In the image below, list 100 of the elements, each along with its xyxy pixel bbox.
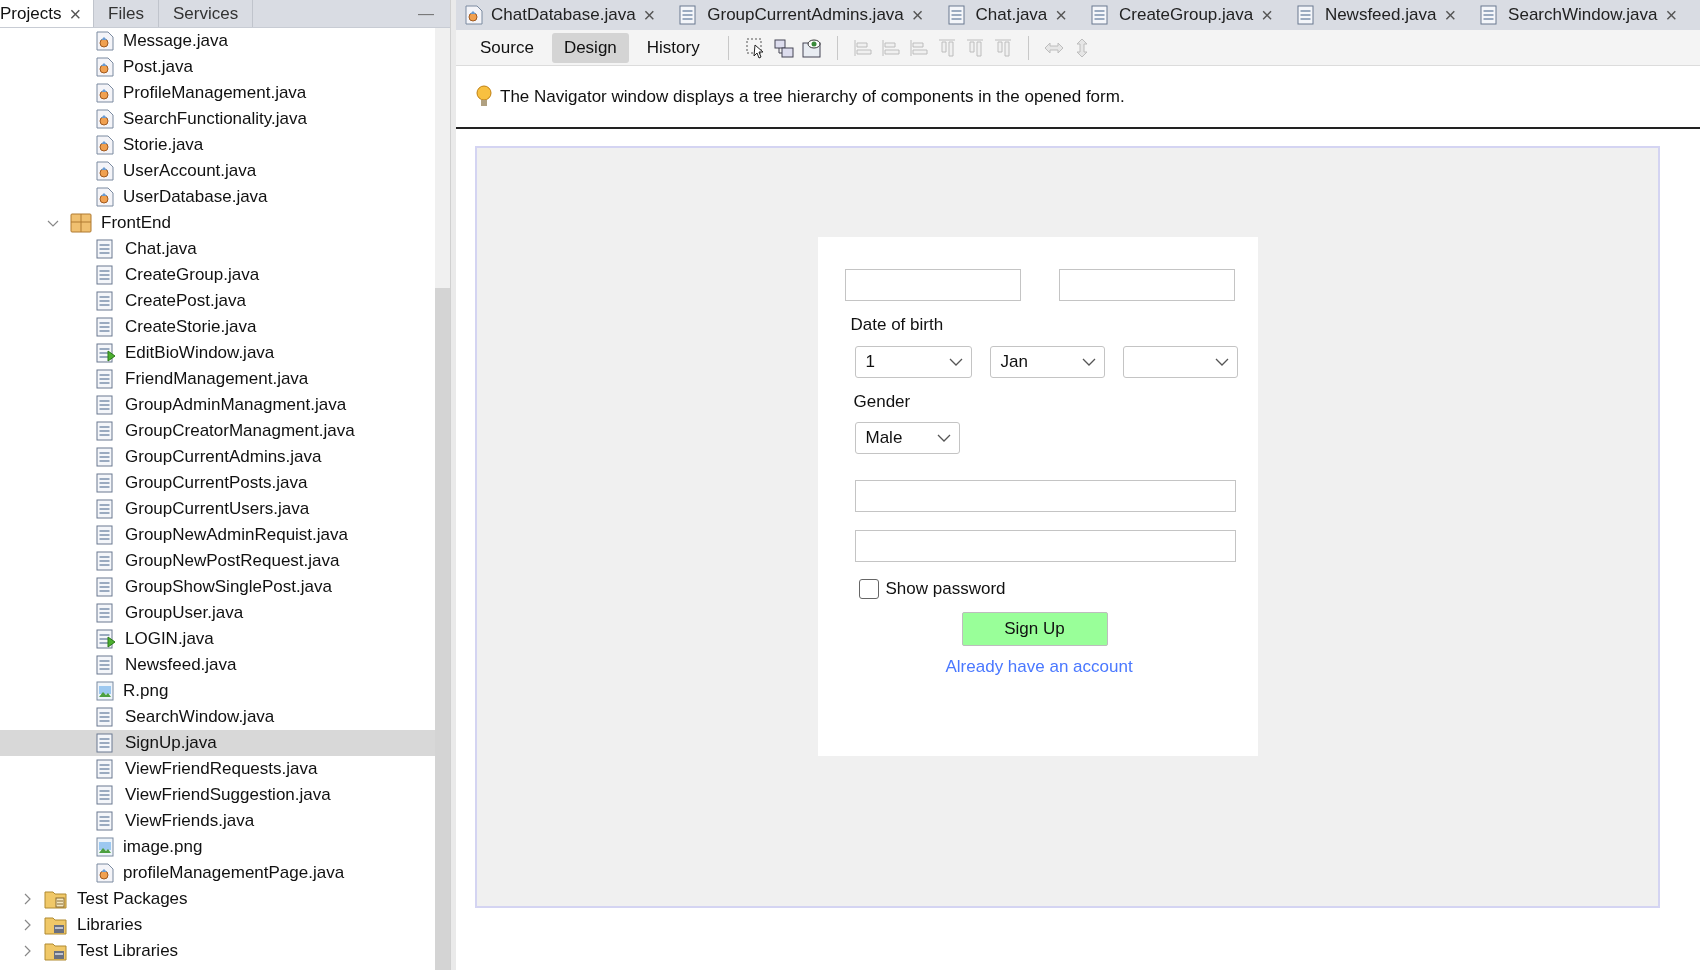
image-file-icon	[96, 837, 114, 857]
dropdown[interactable]: Male	[854, 422, 960, 454]
editor-tab[interactable]: CreateGroup.java ×	[1091, 0, 1273, 30]
tree-item[interactable]: GroupNewAdminRequist.java	[0, 522, 435, 548]
tree-item[interactable]: UserDatabase.java	[0, 184, 435, 210]
editor-tab[interactable]: Newsfeed.java ×	[1296, 0, 1457, 30]
email-field[interactable]	[854, 480, 1236, 512]
form-file-icon	[96, 317, 116, 337]
field-label: Gender	[853, 390, 911, 413]
library-folder-icon	[44, 915, 68, 935]
first-name-field[interactable]	[844, 269, 1021, 301]
form-file-icon	[96, 421, 116, 441]
tree-item[interactable]: ProfileManagement.java	[0, 80, 435, 106]
tree-item[interactable]: ViewFriendRequests.java	[0, 756, 435, 782]
tree-item[interactable]: Message.java	[0, 28, 435, 54]
tree-item[interactable]: Chat.java	[0, 236, 435, 262]
class-file-icon	[96, 83, 114, 103]
tree-item[interactable]: GroupCurrentPosts.java	[0, 470, 435, 496]
tree-item[interactable]: ViewFriends.java	[0, 808, 435, 834]
form-file-icon	[947, 5, 968, 25]
dropdown[interactable]	[1122, 345, 1238, 378]
close-icon[interactable]: ×	[643, 5, 656, 25]
editor-tab[interactable]: SearchWindow.java ×	[1480, 0, 1678, 30]
form-file-icon	[1296, 5, 1317, 25]
tree-item[interactable]: Storie.java	[0, 132, 435, 158]
tree-item[interactable]: EditBioWindow.java	[0, 340, 435, 366]
tree-item[interactable]: R.png	[0, 678, 435, 704]
form-file-icon	[96, 265, 116, 285]
tree-item[interactable]: FriendManagement.java	[0, 366, 435, 392]
tree-item[interactable]: GroupNewPostRequest.java	[0, 548, 435, 574]
tree-item[interactable]: Post.java	[0, 54, 435, 80]
library-folder-icon	[44, 941, 68, 961]
form-file-icon	[96, 759, 116, 779]
form-file-icon	[96, 499, 116, 519]
tree-item[interactable]: image.png	[0, 834, 435, 860]
form-file-icon	[96, 291, 116, 311]
tree-item[interactable]: Test Packages	[0, 886, 435, 912]
tree-item[interactable]: LOGIN.java	[0, 626, 435, 652]
form-file-icon	[96, 473, 116, 493]
tree-item[interactable]: CreatePost.java	[0, 288, 435, 314]
tree-item[interactable]: Libraries	[0, 912, 435, 938]
form-file-icon	[1091, 5, 1111, 25]
tree-item[interactable]: GroupCurrentAdmins.java	[0, 444, 435, 470]
class-file-icon	[96, 863, 114, 883]
hint-text: The Navigator window displays a tree hierarchy of components in the opened form.	[500, 85, 1125, 108]
connection-mode-icon[interactable]	[772, 36, 795, 59]
tree-item[interactable]: SearchWindow.java	[0, 704, 435, 730]
chevron-down-icon	[936, 434, 951, 442]
tree-item[interactable]: GroupShowSinglePost.java	[0, 574, 435, 600]
form-file-icon	[96, 655, 116, 675]
tree-item[interactable]: GroupCurrentUsers.java	[0, 496, 435, 522]
login-link[interactable]: Already have an account	[945, 653, 1133, 679]
last-name-field[interactable]	[1058, 269, 1235, 301]
tree-item[interactable]: GroupCreatorManagment.java	[0, 418, 435, 444]
chevron-down-icon	[1081, 357, 1096, 366]
close-icon[interactable]: ×	[1665, 5, 1678, 25]
tree-item[interactable]: SearchFunctionality.java	[0, 106, 435, 132]
tree-item[interactable]: Test Libraries	[0, 938, 435, 964]
runnable-form-icon	[96, 629, 116, 649]
tree-item[interactable]: profileManagementPage.java	[0, 860, 435, 886]
checkbox-label: Show password	[885, 578, 1006, 600]
checkbox[interactable]	[858, 578, 879, 599]
tree-item[interactable]: GroupUser.java	[0, 600, 435, 626]
class-file-icon	[96, 187, 114, 207]
view-mode-tab[interactable]: History	[634, 32, 712, 63]
class-file-icon	[465, 5, 483, 25]
tree-item[interactable]: UserAccount.java	[0, 158, 435, 184]
view-mode-tab[interactable]: Design	[551, 32, 629, 63]
close-icon[interactable]: ×	[69, 3, 82, 24]
form-file-icon	[96, 785, 116, 805]
tree-item[interactable]: CreateStorie.java	[0, 314, 435, 340]
dropdown[interactable]: 1	[854, 345, 972, 378]
close-icon[interactable]: ×	[1444, 5, 1457, 25]
tree-item[interactable]: CreateGroup.java	[0, 262, 435, 288]
preview-eye-icon[interactable]	[800, 36, 823, 59]
close-icon[interactable]: ×	[1261, 5, 1273, 25]
tree-item[interactable]: ViewFriendSuggestion.java	[0, 782, 435, 808]
editor-tab[interactable]: Chat.java ×	[947, 0, 1067, 30]
dropdown[interactable]: Jan	[989, 345, 1105, 378]
form-file-icon	[96, 577, 116, 597]
close-icon[interactable]: ×	[911, 5, 924, 25]
tree-item[interactable]: FrontEnd	[0, 210, 435, 236]
close-icon[interactable]: ×	[1055, 5, 1067, 25]
form-file-icon	[96, 447, 116, 467]
editor-tab[interactable]: ChatDatabase.java ×	[465, 0, 656, 30]
password-field[interactable]	[854, 530, 1236, 562]
editor-tab[interactable]: GroupCurrentAdmins.java ×	[679, 0, 924, 30]
view-mode-tab[interactable]: Source	[468, 32, 546, 63]
tree-item[interactable]: Newsfeed.java	[0, 652, 435, 678]
class-file-icon	[96, 31, 114, 51]
form-file-icon	[96, 811, 116, 831]
sign-up-button[interactable]: Sign Up	[961, 611, 1108, 646]
class-file-icon	[96, 109, 114, 129]
tree-item[interactable]: SignUp.java	[0, 730, 435, 756]
form-file-icon	[96, 395, 116, 415]
scrollbar[interactable]	[435, 28, 450, 970]
panel-tab[interactable]: Projects ×	[0, 0, 95, 27]
form-file-icon	[96, 239, 116, 259]
lightbulb-icon	[476, 84, 492, 109]
tree-item[interactable]: GroupAdminManagment.java	[0, 392, 435, 418]
